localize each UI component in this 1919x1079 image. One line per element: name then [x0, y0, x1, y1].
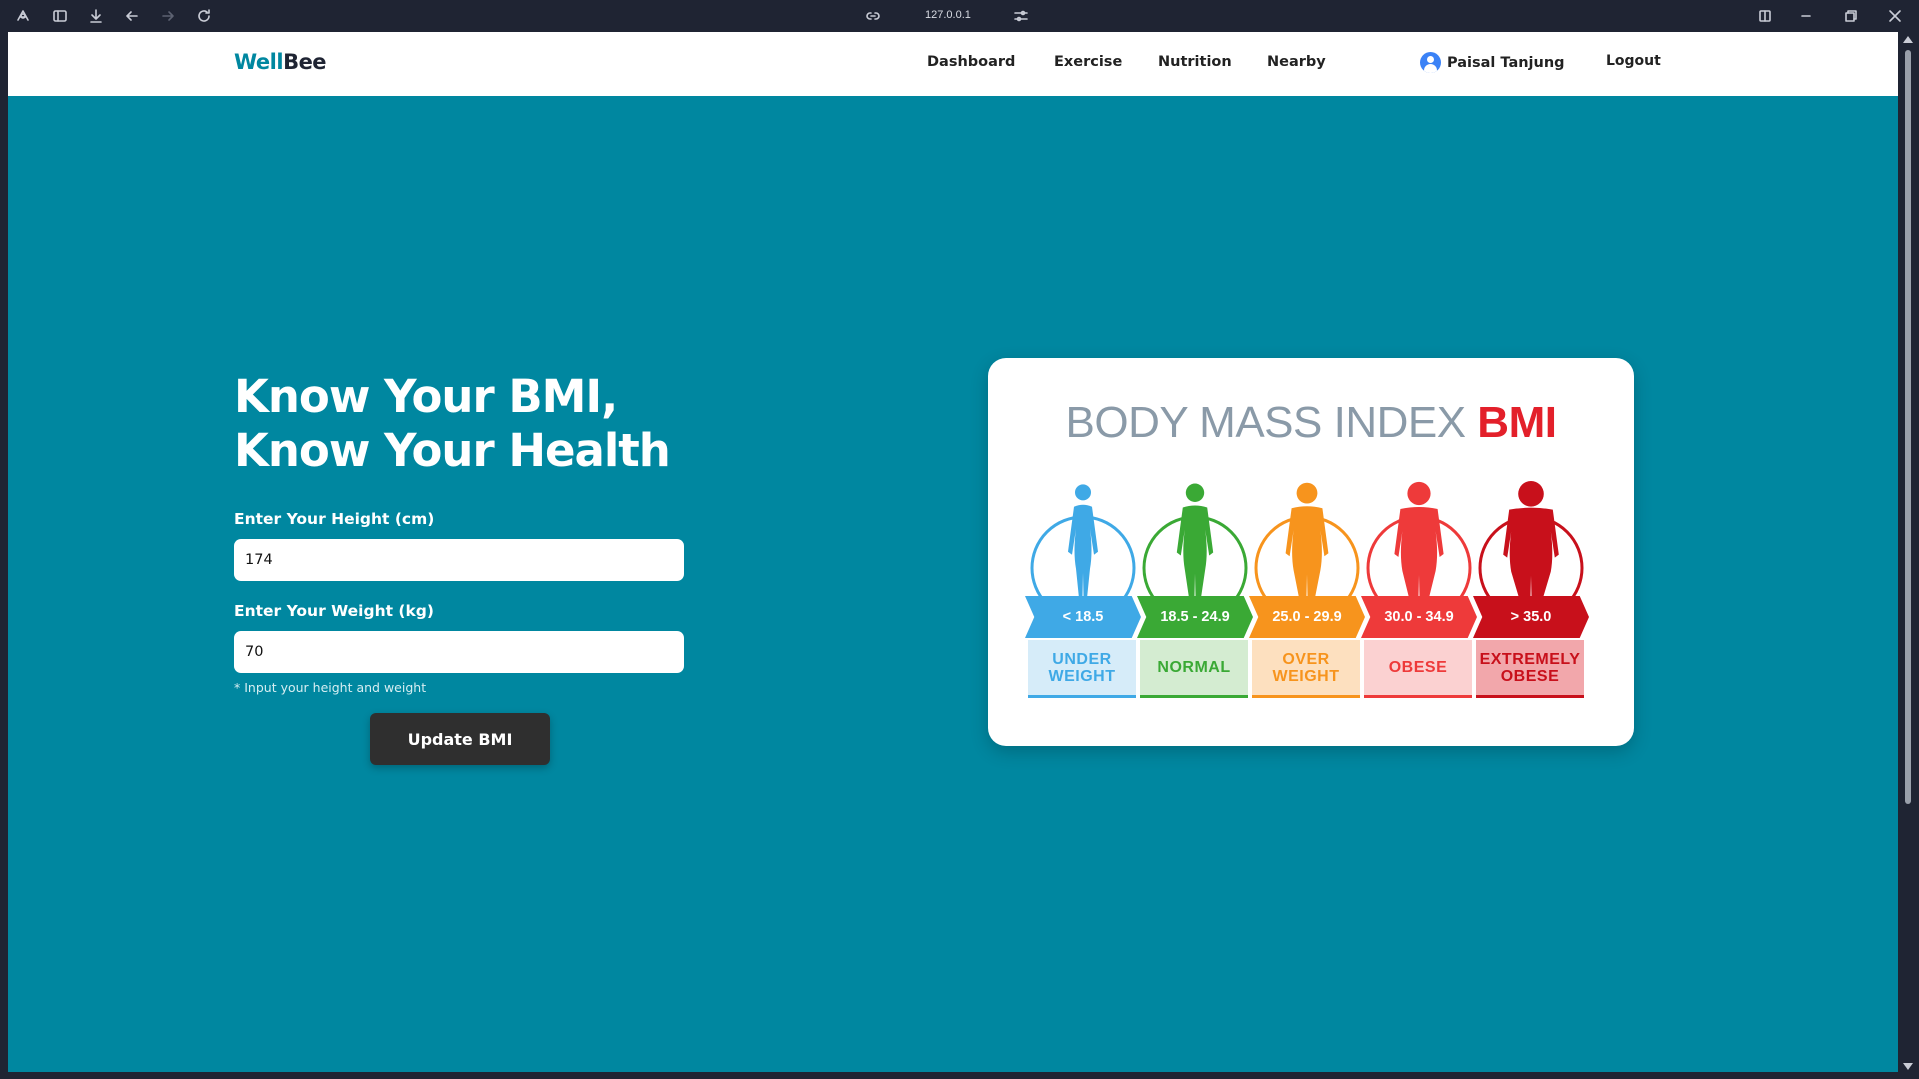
bmi-category: < 18.5 UNDER WEIGHT — [1025, 478, 1141, 708]
address-bar[interactable]: 127.0.0.1 — [925, 9, 971, 21]
bmi-range-label: > 35.0 — [1473, 596, 1589, 638]
back-arrow-icon[interactable] — [123, 7, 141, 25]
forward-arrow-icon[interactable] — [159, 7, 177, 25]
weight-label: Enter Your Weight (kg) — [234, 602, 434, 620]
browser-logo-icon[interactable] — [14, 7, 32, 25]
split-view-icon[interactable] — [1756, 7, 1774, 25]
user-profile[interactable]: Paisal Tanjung — [1420, 52, 1565, 73]
bmi-title-strong: BMI — [1477, 398, 1557, 447]
update-bmi-button[interactable]: Update BMI — [370, 713, 550, 765]
bmi-range-label: 25.0 - 29.9 — [1249, 596, 1365, 638]
weight-input[interactable] — [234, 631, 684, 673]
scrollbar[interactable] — [1898, 32, 1919, 1072]
link-icon[interactable] — [864, 7, 882, 25]
bmi-category-label: OBESE — [1364, 640, 1472, 698]
scrollbar-thumb[interactable] — [1905, 50, 1911, 804]
minimize-icon[interactable] — [1797, 7, 1815, 25]
bmi-category: 18.5 - 24.9 NORMAL — [1137, 478, 1253, 708]
logo-well: Well — [234, 50, 284, 74]
site-settings-icon[interactable] — [1012, 7, 1030, 25]
bmi-category: > 35.0 EXTREMELY OBESE — [1473, 478, 1589, 708]
user-name: Paisal Tanjung — [1447, 54, 1565, 71]
sidebar-toggle-icon[interactable] — [51, 7, 69, 25]
scroll-down-icon[interactable] — [1903, 1063, 1913, 1070]
bmi-chart-card: BODY MASS INDEX BMI < 18.5 UNDER WEIGHT 18.… — [988, 358, 1634, 746]
height-label: Enter Your Height (cm) — [234, 510, 435, 528]
browser-toolbar: 127.0.0.1 — [0, 0, 1919, 32]
nav-link-dashboard[interactable]: Dashboard — [927, 54, 1015, 70]
title-line-2: Know Your Health — [234, 424, 671, 477]
input-hint: * Input your height and weight — [234, 680, 427, 695]
logout-link[interactable]: Logout — [1606, 53, 1661, 69]
bmi-chart-title: BODY MASS INDEX BMI — [988, 398, 1634, 448]
bmi-category-label: UNDER WEIGHT — [1028, 640, 1136, 698]
bmi-category-label: NORMAL — [1140, 640, 1248, 698]
nav-link-nearby[interactable]: Nearby — [1267, 54, 1326, 70]
nav-link-nutrition[interactable]: Nutrition — [1158, 54, 1232, 70]
logo-bee: Bee — [283, 50, 327, 74]
user-avatar-icon — [1420, 52, 1441, 73]
title-line-1: Know Your BMI, — [234, 370, 618, 423]
page-viewport: WellBee Dashboard Exercise Nutrition Nea… — [8, 32, 1898, 1072]
scroll-up-icon[interactable] — [1903, 36, 1913, 43]
navbar: WellBee Dashboard Exercise Nutrition Nea… — [8, 32, 1898, 96]
bmi-category: 25.0 - 29.9 OVER WEIGHT — [1249, 478, 1365, 708]
download-icon[interactable] — [87, 7, 105, 25]
brand-logo[interactable]: WellBee — [234, 50, 327, 74]
bmi-range-label: 30.0 - 34.9 — [1361, 596, 1477, 638]
bmi-range-label: 18.5 - 24.9 — [1137, 596, 1253, 638]
bmi-title-light: BODY MASS INDEX — [1065, 398, 1478, 447]
bmi-category: 30.0 - 34.9 OBESE — [1361, 478, 1477, 708]
bmi-category-label: OVER WEIGHT — [1252, 640, 1360, 698]
nav-link-exercise[interactable]: Exercise — [1054, 54, 1122, 70]
bmi-category-label: EXTREMELY OBESE — [1476, 640, 1584, 698]
close-icon[interactable] — [1886, 7, 1904, 25]
restore-icon[interactable] — [1842, 7, 1860, 25]
reload-icon[interactable] — [195, 7, 213, 25]
page-title: Know Your BMI, Know Your Health — [234, 370, 671, 478]
bmi-range-label: < 18.5 — [1025, 596, 1141, 638]
height-input[interactable] — [234, 539, 684, 581]
